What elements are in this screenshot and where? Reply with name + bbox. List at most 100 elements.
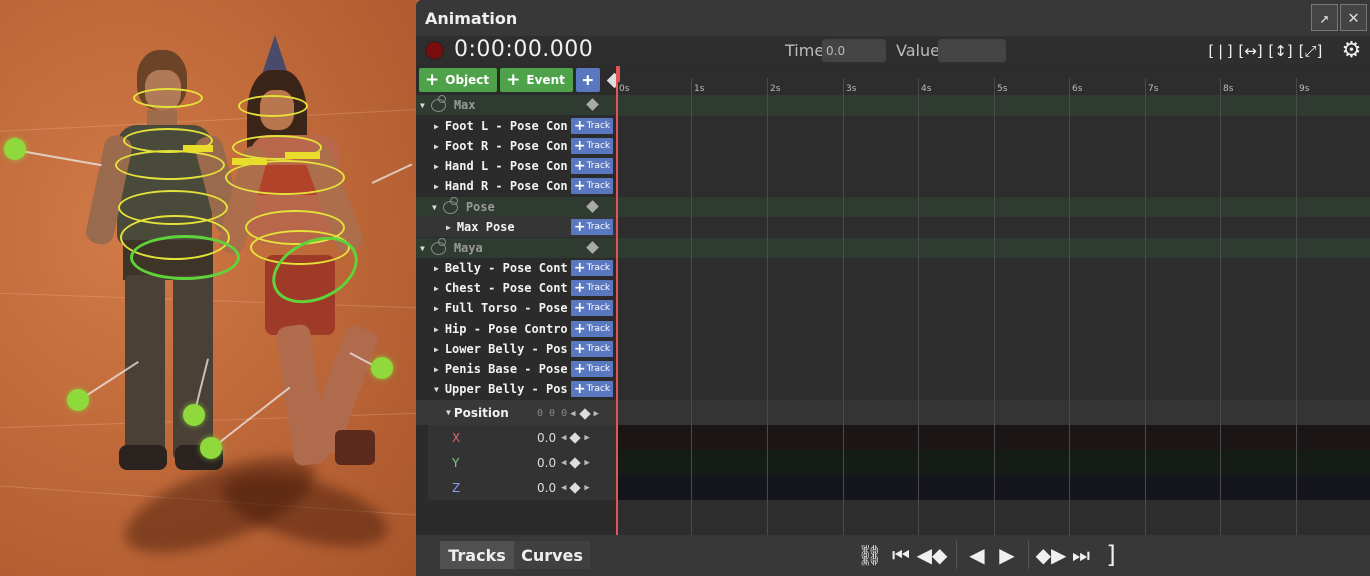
expand-arrow-icon[interactable]: ▶ <box>434 304 439 313</box>
next-key-icon[interactable]: ▶ <box>584 483 589 493</box>
keyframe-diamond-icon[interactable] <box>586 241 599 254</box>
pose-ring[interactable] <box>115 150 225 180</box>
prev-key-icon[interactable]: ◀ <box>561 458 566 468</box>
time-input[interactable] <box>822 39 886 62</box>
add-track-button[interactable]: + Track <box>571 381 613 397</box>
track-row[interactable]: ▶ Full Torso - Pose Control +Track <box>416 298 616 318</box>
expand-arrow-icon[interactable]: ▶ <box>434 284 439 293</box>
ik-handle[interactable] <box>183 404 205 426</box>
next-key-icon[interactable]: ▶ <box>584 458 589 468</box>
add-track-button[interactable]: + Track <box>571 178 613 194</box>
axis-value[interactable]: 0.0 <box>537 456 556 470</box>
axis-value[interactable]: 0.0 <box>537 431 556 445</box>
keyframe-diamond-icon[interactable] <box>586 98 599 111</box>
add-track-button[interactable]: + Track <box>571 341 613 357</box>
add-track-button[interactable]: + Track <box>571 158 613 174</box>
property-row-position[interactable]: ▼ Position 0 0 0 ◀ ▶ <box>416 400 616 425</box>
control-tab[interactable] <box>183 145 213 152</box>
prev-keyframe-button[interactable]: ◀◆ <box>917 541 948 569</box>
expand-arrow-icon[interactable]: ▶ <box>434 345 439 354</box>
add-track-button[interactable]: + Track <box>571 118 613 134</box>
ik-handle[interactable] <box>4 138 26 160</box>
pose-ring[interactable] <box>225 160 345 195</box>
fit-horizontal-button[interactable]: [↔] <box>1238 39 1263 62</box>
track-row[interactable]: ▶ Hip - Pose Control + Track <box>416 319 616 339</box>
expand-arrow-icon[interactable]: ▶ <box>434 365 439 374</box>
add-track-button[interactable]: + Track <box>571 280 613 296</box>
add-track-button[interactable]: + Track <box>571 260 613 276</box>
keyframe-diamond-icon[interactable] <box>569 457 582 469</box>
prev-key-icon[interactable]: ◀ <box>561 483 566 493</box>
track-row[interactable]: ▶ Hand L - Pose Control +Track <box>416 156 616 176</box>
expand-arrow-icon[interactable]: ▶ <box>446 223 451 232</box>
tab-tracks[interactable]: Tracks <box>440 541 514 569</box>
expand-arrow-icon[interactable]: ▶ <box>434 264 439 273</box>
pose-ring[interactable] <box>133 88 203 108</box>
track-row[interactable]: ▶ Belly - Pose Control +Track <box>416 258 616 278</box>
add-track-button[interactable]: + Track <box>571 300 613 316</box>
track-row[interactable]: ▶ Hand R - Pose Control +Track <box>416 176 616 196</box>
ik-handle[interactable] <box>371 357 393 379</box>
collapse-arrow-icon[interactable]: ▼ <box>446 408 451 417</box>
scene-viewport[interactable] <box>0 0 416 576</box>
expand-arrow-icon[interactable]: ▶ <box>434 122 439 131</box>
snap-to-playhead-button[interactable]: [❘] <box>1208 39 1233 62</box>
group-row-maya[interactable]: ▼ Maya <box>416 238 616 258</box>
track-row[interactable]: ▶ Chest - Pose Control +Track <box>416 278 616 298</box>
expand-arrow-icon[interactable]: ▶ <box>434 162 439 171</box>
keyframe-diamond-icon[interactable] <box>578 407 591 420</box>
record-button[interactable] <box>425 41 444 60</box>
track-row[interactable]: ▶ Lower Belly - Pose Control +Track <box>416 339 616 359</box>
axis-row-x[interactable]: X 0.0 ◀ ▶ <box>428 425 616 450</box>
add-object-button[interactable]: + Object <box>419 68 498 92</box>
axis-value[interactable]: 0.0 <box>537 481 556 495</box>
track-row[interactable]: ▶ Max Pose + Track <box>416 217 616 237</box>
prev-key-icon[interactable]: ◀ <box>561 433 566 443</box>
close-button[interactable]: ✕ <box>1340 4 1367 31</box>
axis-row-z[interactable]: Z 0.0 ◀ ▶ <box>428 475 616 500</box>
play-button[interactable]: ▶ <box>994 541 1020 569</box>
expand-arrow-icon[interactable]: ▶ <box>434 325 439 334</box>
loop-toggle-button[interactable]: ⛓ <box>856 541 884 569</box>
track-row[interactable]: ▼ Upper Belly - Pose Control +Track <box>416 379 616 399</box>
track-row[interactable]: ▶ Foot L - Pose Control +Track <box>416 116 616 136</box>
popout-button[interactable]: ↗ <box>1311 4 1338 31</box>
control-tab[interactable] <box>285 152 320 159</box>
timeline-area[interactable]: 0s 1s 2s 3s 4s 5s 6s 7s 8s 9s <box>616 66 1370 535</box>
settings-button[interactable]: ⚙ <box>1339 38 1364 63</box>
fit-vertical-button[interactable]: [↕] <box>1268 39 1293 62</box>
keyframe-diamond-icon[interactable] <box>569 482 582 494</box>
ik-handle[interactable] <box>67 389 89 411</box>
axis-row-y[interactable]: Y 0.0 ◀ ▶ <box>428 450 616 475</box>
track-row[interactable]: ▶ Foot R - Pose Control +Track <box>416 136 616 156</box>
add-track-button[interactable]: + Track <box>571 219 613 235</box>
add-track-button[interactable]: + Track <box>571 361 613 377</box>
time-ruler[interactable]: 0s 1s 2s 3s 4s 5s 6s 7s 8s 9s <box>616 66 1370 96</box>
group-row-max[interactable]: ▼ Max <box>416 95 616 115</box>
group-row-pose[interactable]: ▼ Pose <box>416 197 616 217</box>
hip-ring[interactable] <box>130 235 240 280</box>
pose-ring[interactable] <box>238 95 308 117</box>
value-input[interactable] <box>938 39 1006 62</box>
fit-all-button[interactable]: [⤢] <box>1298 39 1323 62</box>
play-reverse-button[interactable]: ◀ <box>964 541 990 569</box>
next-key-icon[interactable]: ▶ <box>594 409 599 419</box>
playhead-handle[interactable] <box>616 66 620 82</box>
prev-key-icon[interactable]: ◀ <box>570 409 575 419</box>
expand-arrow-icon[interactable]: ▶ <box>434 182 439 191</box>
add-track-button[interactable]: + <box>575 68 600 92</box>
tab-curves[interactable]: Curves <box>514 541 590 569</box>
control-tab[interactable] <box>232 158 267 165</box>
expand-arrow-icon[interactable]: ▶ <box>434 142 439 151</box>
collapse-arrow-icon[interactable]: ▼ <box>420 101 425 110</box>
end-marker-button[interactable]: ] <box>1100 541 1122 569</box>
collapse-arrow-icon[interactable]: ▼ <box>434 385 439 394</box>
panel-titlebar[interactable]: Animation ↗ ✕ <box>416 0 1370 36</box>
collapse-arrow-icon[interactable]: ▼ <box>420 244 425 253</box>
next-key-icon[interactable]: ▶ <box>584 433 589 443</box>
playhead[interactable] <box>616 66 620 535</box>
add-track-button[interactable]: + Track <box>571 321 613 337</box>
keyframe-diamond-icon[interactable] <box>569 432 582 444</box>
go-to-start-button[interactable]: ⏮ <box>888 541 914 569</box>
keyframe-diamond-icon[interactable] <box>586 200 599 213</box>
